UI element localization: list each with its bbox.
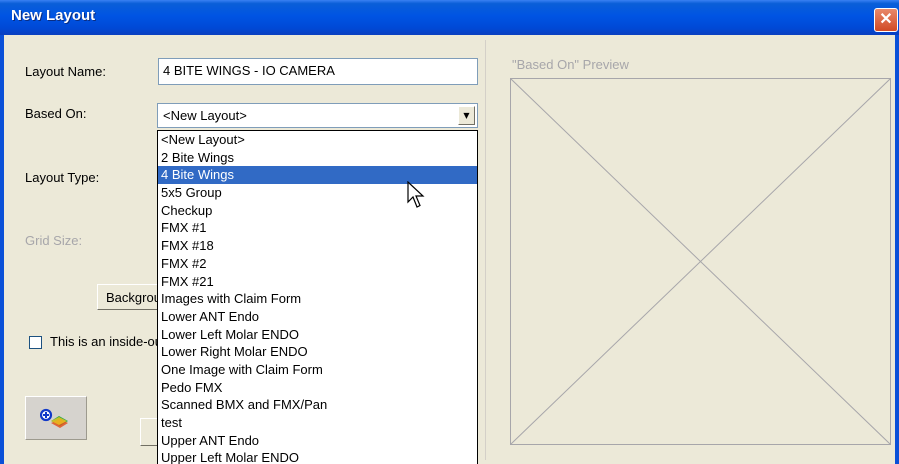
dropdown-option[interactable]: 5x5 Group [158, 184, 477, 202]
dropdown-option[interactable]: Pedo FMX [158, 379, 477, 397]
tool-button[interactable] [25, 396, 87, 440]
close-button[interactable]: ✕ [874, 8, 898, 32]
mouse-pointer-icon [407, 181, 425, 208]
preview-placeholder [511, 79, 890, 444]
based-on-label: Based On: [25, 106, 87, 121]
dropdown-option[interactable]: 2 Bite Wings [158, 149, 477, 167]
dropdown-option[interactable]: Images with Claim Form [158, 290, 477, 308]
dropdown-option[interactable]: Lower Left Molar ENDO [158, 326, 477, 344]
panel-divider [485, 40, 486, 460]
layout-name-input[interactable]: 4 BITE WINGS - IO CAMERA [158, 58, 478, 85]
dropdown-option[interactable]: test [158, 414, 477, 432]
based-on-select[interactable]: <New Layout> ▼ [157, 103, 478, 128]
dropdown-arrow-button[interactable]: ▼ [458, 106, 475, 125]
title-bar: New Layout ✕ [0, 0, 899, 35]
preview-box [510, 78, 891, 445]
dropdown-option[interactable]: FMX #1 [158, 219, 477, 237]
window-frame-right [895, 35, 899, 464]
dropdown-option[interactable]: <New Layout> [158, 131, 477, 149]
window-title: New Layout [11, 7, 96, 24]
add-image-tool-icon [40, 408, 68, 428]
layout-type-label: Layout Type: [25, 170, 100, 185]
based-on-value: <New Layout> [163, 108, 247, 123]
dropdown-option[interactable]: FMX #18 [158, 237, 477, 255]
grid-size-label: Grid Size: [25, 233, 83, 248]
window-frame-left [0, 35, 4, 464]
dropdown-option[interactable]: Scanned BMX and FMX/Pan [158, 396, 477, 414]
dropdown-option[interactable]: FMX #2 [158, 255, 477, 273]
dropdown-option[interactable]: Lower Right Molar ENDO [158, 343, 477, 361]
dropdown-option[interactable]: Upper ANT Endo [158, 432, 477, 450]
dropdown-option[interactable]: 4 Bite Wings [158, 166, 477, 185]
dropdown-option[interactable]: Lower ANT Endo [158, 308, 477, 326]
preview-label: "Based On" Preview [512, 57, 629, 72]
dropdown-option[interactable]: FMX #21 [158, 273, 477, 291]
inside-out-checkbox[interactable] [29, 336, 42, 349]
layout-name-label: Layout Name: [25, 64, 106, 79]
based-on-dropdown-list[interactable]: <New Layout> 2 Bite Wings 4 Bite Wings 5x5 … [157, 130, 478, 464]
dropdown-option[interactable]: Checkup [158, 202, 477, 220]
dropdown-option[interactable]: Upper Left Molar ENDO [158, 449, 477, 464]
dropdown-option[interactable]: One Image with Claim Form [158, 361, 477, 379]
